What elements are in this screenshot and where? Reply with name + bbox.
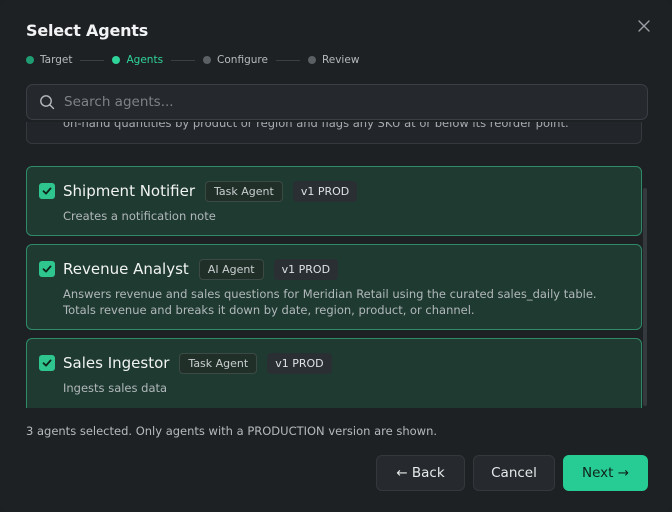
step-connector: [275, 59, 300, 61]
agent-header: Shipment Notifier Task Agent v1 PROD: [63, 180, 367, 202]
dialog-title: Select Agents: [26, 21, 149, 40]
agent-version-badge: v1 PROD: [292, 180, 358, 202]
selection-status: 3 agents selected. Only agents with a PR…: [26, 424, 438, 438]
agent-description-line: Totals revenue and breaks it down by dat…: [63, 303, 475, 317]
agent-name: Revenue Analyst: [63, 260, 189, 278]
close-icon[interactable]: [634, 16, 654, 36]
stepper: Target Agents Configure Review: [26, 53, 359, 67]
step-label: Target: [40, 54, 73, 66]
agent-type-badge: AI Agent: [198, 258, 264, 280]
agent-name: Sales Ingestor: [63, 354, 170, 372]
agent-card-sales-ingestor[interactable]: Sales Ingestor Task Agent v1 PROD Ingest…: [26, 338, 642, 408]
agent-description-line: Ingests sales data: [63, 381, 168, 395]
search-icon: [39, 94, 55, 110]
agent-card-revenue-analyst[interactable]: Revenue Analyst AI Agent v1 PROD Answers…: [26, 244, 642, 330]
step-connector: [171, 59, 196, 61]
agent-header: Revenue Analyst AI Agent v1 PROD: [63, 258, 348, 280]
step-dot: [26, 56, 34, 64]
agent-checkbox[interactable]: [39, 183, 55, 199]
agent-description-line: Creates a notification note: [63, 209, 216, 223]
next-button[interactable]: Next →: [563, 455, 648, 491]
agent-version-badge: v1 PROD: [267, 352, 332, 374]
select-agents-dialog: Select Agents Target Agents Configure Re…: [0, 0, 672, 512]
checkmark-icon: [42, 359, 52, 367]
step-label: Agents: [126, 54, 164, 66]
agent-description: on-hand quantities by product or region …: [63, 122, 569, 130]
agent-name: Shipment Notifier: [63, 182, 196, 200]
search-input[interactable]: [64, 85, 647, 119]
agent-type-badge: Task Agent: [205, 180, 283, 202]
step-dot: [307, 56, 316, 64]
agent-version-badge: v1 PROD: [273, 258, 339, 280]
step-label: Review: [321, 54, 360, 66]
agent-description: Creates a notification note: [63, 208, 216, 224]
step-dot: [203, 56, 212, 64]
back-button[interactable]: ← Back: [376, 455, 465, 491]
checkmark-icon: [42, 265, 52, 273]
agent-checkbox[interactable]: [39, 355, 55, 371]
agent-list: on-hand quantities by product or region …: [26, 122, 648, 408]
step-configure: Configure: [203, 54, 268, 66]
step-review: Review: [307, 54, 360, 66]
step-label: Configure: [217, 54, 268, 66]
step-connector: [80, 59, 105, 61]
agent-type-badge: Task Agent: [179, 352, 258, 374]
agent-card-partial[interactable]: on-hand quantities by product or region …: [26, 122, 642, 144]
step-target: Target: [26, 54, 72, 66]
agent-checkbox[interactable]: [39, 261, 55, 277]
agent-header: Sales Ingestor Task Agent v1 PROD: [63, 352, 342, 374]
agent-description: Answers revenue and sales questions for …: [63, 286, 597, 318]
cancel-button[interactable]: Cancel: [473, 455, 555, 491]
agent-description-line: Answers revenue and sales questions for …: [63, 287, 597, 301]
list-scrollbar[interactable]: [643, 188, 647, 406]
step-dot: [112, 56, 121, 64]
step-agents: Agents: [112, 54, 163, 66]
agent-card-shipment-notifier[interactable]: Shipment Notifier Task Agent v1 PROD Cre…: [26, 166, 642, 236]
agent-description: Ingests sales data: [63, 380, 167, 396]
checkmark-icon: [42, 187, 52, 195]
search-box[interactable]: [26, 84, 648, 120]
